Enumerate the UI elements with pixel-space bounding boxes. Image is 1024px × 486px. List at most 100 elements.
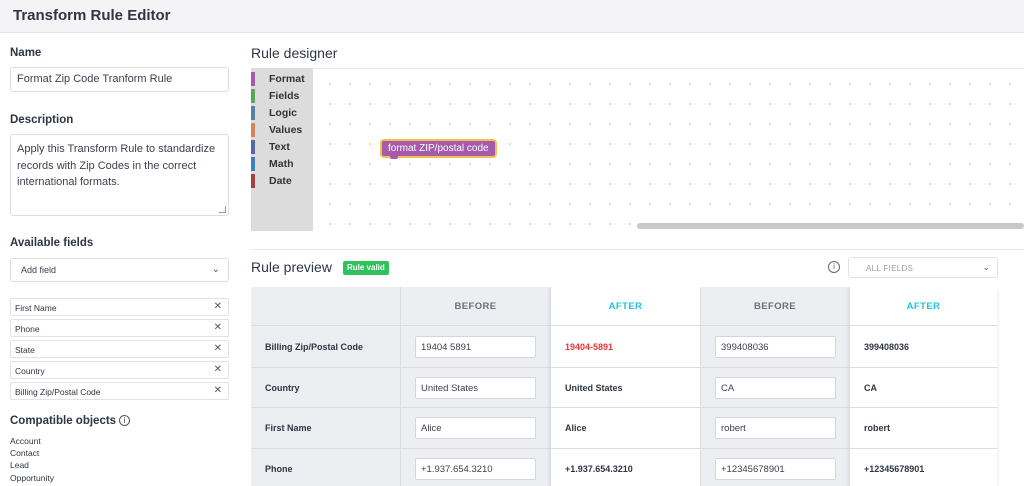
row-divider	[401, 367, 550, 368]
row-divider	[850, 448, 997, 449]
compatible-object-item: Account	[10, 436, 41, 446]
rule-designer-title: Rule designer	[251, 45, 338, 61]
row-divider	[401, 407, 550, 408]
palette-item-label: Text	[269, 141, 290, 153]
before-header: BEFORE	[401, 287, 550, 326]
remove-icon[interactable]: ✕	[214, 322, 222, 333]
before-input[interactable]: 19404 5891	[415, 336, 536, 358]
palette-item-label: Fields	[269, 90, 300, 102]
after-header: AFTER	[551, 287, 700, 326]
row-label: Billing Zip/Postal Code	[265, 342, 364, 352]
row-label: Country	[265, 383, 300, 393]
after-value-changed: 19404-5891	[565, 342, 614, 352]
row-divider	[251, 448, 400, 449]
compatible-object-item: Lead	[10, 460, 29, 470]
remove-icon[interactable]: ✕	[214, 364, 222, 375]
before-input[interactable]: CA	[715, 377, 836, 399]
before-column-1: BEFORE 19404 5891 United States Alice +1…	[400, 287, 550, 486]
category-color-bar	[251, 89, 255, 103]
app-title: Transform Rule Editor	[13, 7, 171, 24]
after-header: AFTER	[850, 287, 997, 326]
before-input[interactable]: +12345678901	[715, 458, 836, 480]
description-text: Apply this Transform Rule to standardize…	[17, 143, 216, 188]
row-divider	[850, 407, 997, 408]
row-divider	[551, 448, 700, 449]
field-chip: First Name ✕	[10, 298, 229, 316]
palette-item-label: Logic	[269, 107, 297, 119]
row-label: Phone	[265, 464, 293, 474]
row-divider	[551, 367, 700, 368]
row-divider	[850, 367, 997, 368]
palette-item-label: Date	[269, 175, 292, 187]
before-input[interactable]: +1.937.654.3210	[415, 458, 536, 480]
before-input[interactable]: 399408036	[715, 336, 836, 358]
compatible-objects-heading: Compatible objects i	[10, 415, 131, 427]
header-cell-empty	[251, 287, 400, 326]
after-column-1: AFTER 19404-5891 United States Alice +1.…	[550, 287, 700, 486]
row-label: First Name	[265, 423, 312, 433]
palette-item-label: Format	[269, 73, 305, 85]
block-palette: Format Fields Logic Values Text Math Dat…	[251, 68, 313, 231]
block-connector	[390, 156, 398, 159]
after-column-2: AFTER 399408036 CA robert +12345678901	[849, 287, 997, 486]
category-color-bar	[251, 174, 255, 188]
fields-filter-value: ALL FIELDS	[866, 264, 914, 273]
category-color-bar	[251, 140, 255, 154]
fields-filter-select[interactable]: ALL FIELDS ⌄	[848, 257, 998, 278]
compatible-objects-label: Compatible objects	[10, 415, 117, 427]
after-value: +1.937.654.3210	[565, 464, 633, 474]
field-chip-label: First Name	[15, 303, 57, 313]
canvas-horizontal-scrollbar[interactable]	[637, 223, 1024, 229]
name-label: Name	[10, 47, 42, 59]
info-icon[interactable]: i	[828, 261, 840, 273]
rule-preview-title: Rule preview	[251, 259, 332, 275]
available-fields-label: Available fields	[10, 237, 94, 249]
row-divider	[701, 407, 849, 408]
chevron-down-icon: ⌄	[211, 264, 220, 275]
after-value: robert	[864, 423, 891, 433]
palette-item-label: Math	[269, 158, 294, 170]
field-chip: Country ✕	[10, 361, 229, 379]
field-chip-label: Country	[15, 366, 45, 376]
rule-valid-badge: Rule valid	[343, 261, 389, 275]
after-value: 399408036	[864, 342, 910, 352]
row-divider	[701, 367, 849, 368]
field-chip: Billing Zip/Postal Code ✕	[10, 382, 229, 400]
row-divider	[401, 448, 550, 449]
after-value: United States	[565, 383, 623, 393]
before-input[interactable]: Alice	[415, 417, 536, 439]
before-input[interactable]: United States	[415, 377, 536, 399]
palette-item-label: Values	[269, 124, 303, 136]
add-field-placeholder: Add field	[21, 265, 57, 275]
add-field-select[interactable]: Add field ⌄	[10, 258, 229, 282]
field-chip-label: Billing Zip/Postal Code	[15, 387, 101, 397]
row-divider	[551, 407, 700, 408]
row-divider	[701, 448, 849, 449]
remove-icon[interactable]: ✕	[214, 301, 222, 312]
remove-icon[interactable]: ✕	[214, 385, 222, 396]
chevron-down-icon: ⌄	[982, 262, 990, 272]
before-input[interactable]: robert	[715, 417, 836, 439]
row-divider	[251, 367, 400, 368]
remove-icon[interactable]: ✕	[214, 343, 222, 354]
row-divider	[251, 407, 400, 408]
category-color-bar	[251, 106, 255, 120]
info-icon[interactable]: i	[119, 415, 131, 426]
after-value: +12345678901	[864, 464, 925, 474]
preview-grid: Billing Zip/Postal Code Country First Na…	[251, 287, 1024, 486]
left-panel: Name Format Zip Code Tranform Rule Descr…	[0, 33, 240, 486]
field-chip: State ✕	[10, 340, 229, 358]
description-textarea[interactable]: Apply this Transform Rule to standardize…	[10, 134, 229, 216]
name-input[interactable]: Format Zip Code Tranform Rule	[10, 67, 229, 92]
after-value: Alice	[565, 423, 587, 433]
category-color-bar	[251, 123, 255, 137]
description-label: Description	[10, 114, 74, 126]
field-chip: Phone ✕	[10, 319, 229, 337]
section-divider	[251, 249, 1024, 250]
field-chip-label: Phone	[15, 324, 40, 334]
field-chip-label: State	[15, 345, 35, 355]
before-header: BEFORE	[701, 287, 849, 326]
compatible-object-item: Opportunity	[10, 473, 54, 483]
resize-handle-icon[interactable]	[219, 206, 226, 213]
category-color-bar	[251, 157, 255, 171]
